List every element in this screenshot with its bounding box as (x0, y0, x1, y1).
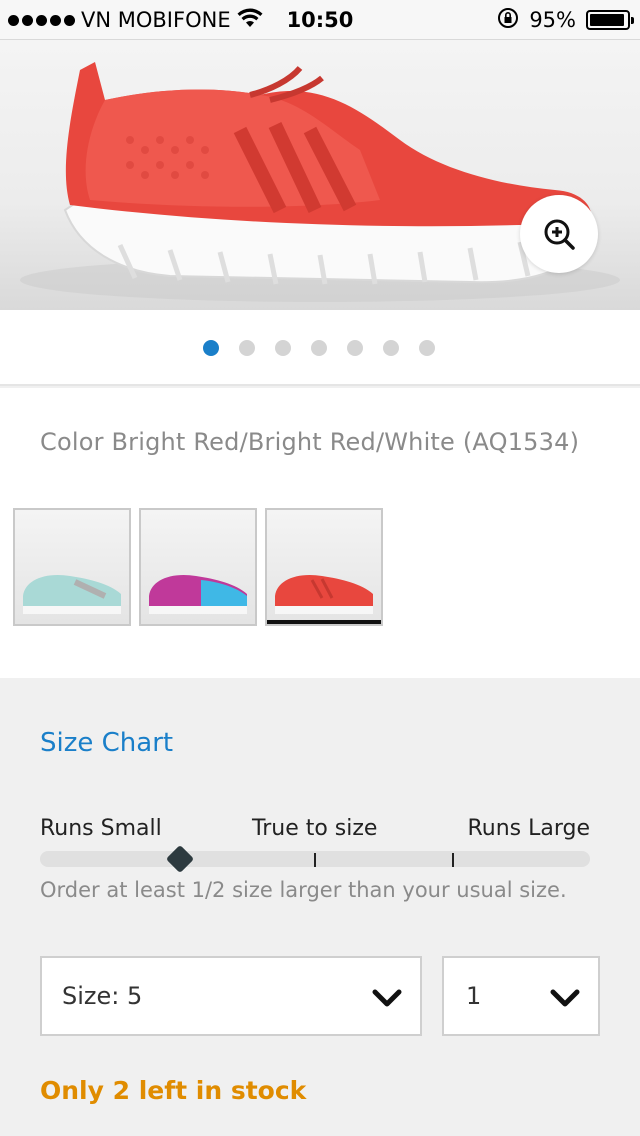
pagination-dots (203, 340, 435, 356)
fit-recommendation: Order at least 1/2 size larger than your… (40, 878, 567, 902)
fit-label-true-to-size: True to size (252, 816, 378, 841)
color-swatches (13, 508, 383, 626)
pagination-dot[interactable] (311, 340, 327, 356)
fit-scale-track (40, 844, 590, 874)
chevron-down-icon (550, 989, 580, 1007)
fit-label-runs-small: Runs Small (40, 816, 162, 841)
swatch-pink-blue[interactable] (139, 508, 257, 626)
wifi-icon (237, 8, 263, 33)
size-chart-link[interactable]: Size Chart (40, 728, 173, 758)
fit-label-runs-large: Runs Large (467, 816, 590, 841)
pagination-dot[interactable] (203, 340, 219, 356)
swatch-mint[interactable] (13, 508, 131, 626)
battery-icon (586, 10, 634, 30)
stock-message: Only 2 left in stock (40, 1076, 307, 1105)
swatch-red[interactable] (265, 508, 383, 626)
zoom-in-icon (544, 219, 575, 250)
zoom-button[interactable] (520, 195, 598, 273)
chevron-down-icon (372, 989, 402, 1007)
signal-strength-icon (8, 14, 75, 26)
quantity-select[interactable]: 1 (442, 956, 600, 1036)
status-bar: VN MOBIFONE 10:50 95% (0, 0, 640, 40)
pagination-dot[interactable] (383, 340, 399, 356)
clock-time: 10:50 (286, 8, 354, 32)
fit-tick-right (452, 853, 454, 867)
quantity-select-value: 1 (466, 982, 482, 1010)
fit-tick-middle (314, 853, 316, 867)
product-image[interactable] (0, 40, 640, 310)
pagination-dot[interactable] (239, 340, 255, 356)
pagination-dot[interactable] (347, 340, 363, 356)
carrier-name: VN MOBIFONE (81, 8, 231, 32)
size-section: Size Chart Runs Small True to size Runs … (0, 678, 640, 1136)
product-info: Color Bright Red/Bright Red/White (AQ153… (0, 388, 640, 678)
fit-position-marker (166, 844, 195, 874)
image-pagination (0, 310, 640, 386)
pagination-dot[interactable] (419, 340, 435, 356)
orientation-lock-icon (497, 7, 519, 34)
color-description: Color Bright Red/Bright Red/White (AQ153… (40, 428, 580, 456)
status-right: 95% (497, 0, 634, 40)
size-select-value: Size: 5 (62, 982, 143, 1010)
status-left: VN MOBIFONE (8, 0, 263, 40)
battery-percent: 95% (529, 8, 576, 32)
pagination-dot[interactable] (275, 340, 291, 356)
size-select[interactable]: Size: 5 (40, 956, 422, 1036)
